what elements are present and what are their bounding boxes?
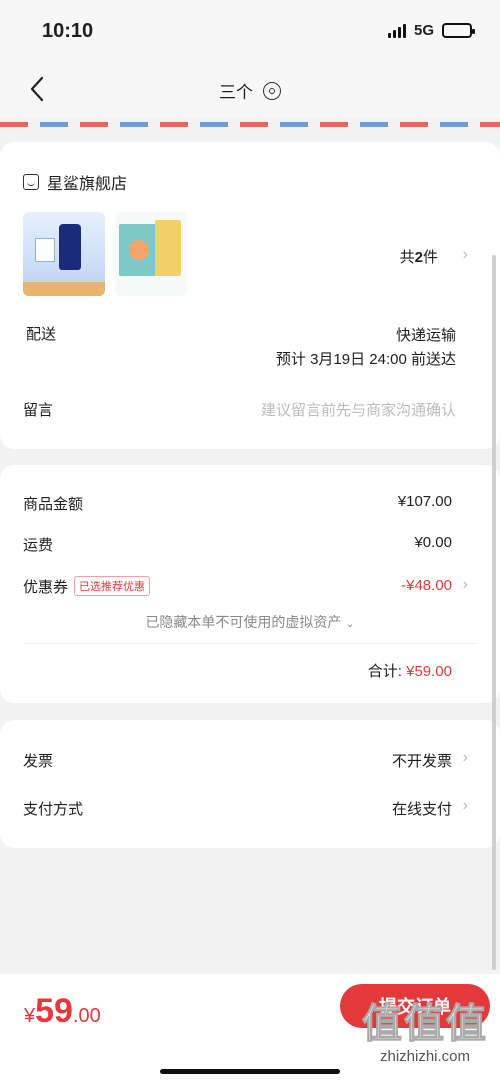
- hidden-assets-note: 已隐藏本单不可使用的虚拟资产: [145, 614, 342, 630]
- coupon-label: 优惠券: [23, 579, 69, 596]
- message-label: 留言: [23, 402, 54, 419]
- page-title: 三个: [219, 83, 253, 102]
- item-count[interactable]: 共2件: [400, 246, 438, 267]
- shipping-label: 运费: [23, 537, 54, 554]
- watermark-site: zhizhizhi.com: [376, 1048, 474, 1065]
- item-count-suffix: 件: [422, 249, 438, 266]
- pay-integer: 59: [35, 992, 73, 1030]
- pay-decimal: .00: [72, 1005, 101, 1027]
- payment-method-label: 支付方式: [23, 801, 84, 818]
- coupon-label-group[interactable]: 优惠券 已选推荐优惠: [23, 576, 151, 597]
- status-bar: 10:10 5G: [0, 0, 500, 60]
- goods-amount-value: ¥107.00: [397, 493, 452, 510]
- item-count-number: 2: [414, 249, 423, 266]
- store-header[interactable]: 星鲨旗舰店: [23, 170, 127, 194]
- nav-title-area: 三个: [0, 78, 500, 103]
- invoice-label: 发票: [23, 753, 54, 770]
- chevron-right-icon: ›: [462, 749, 468, 766]
- pay-currency: ¥: [24, 1005, 36, 1027]
- coupon-badge: 已选推荐优惠: [74, 576, 151, 596]
- home-indicator[interactable]: [160, 1069, 340, 1074]
- product-image-2[interactable]: [115, 212, 187, 296]
- total-label: 合计:: [367, 663, 402, 680]
- order-total: 合计: ¥59.00: [368, 660, 452, 681]
- chevron-right-icon: ›: [462, 797, 468, 814]
- delivery-method: 快递运输: [395, 327, 456, 344]
- total-value: ¥59.00: [406, 663, 452, 680]
- watermark-logo: 值值值: [362, 1002, 488, 1047]
- goods-amount-label: 商品金额: [23, 496, 84, 513]
- battery-icon: [442, 23, 475, 38]
- store-name: 星鲨旗舰店: [47, 176, 128, 193]
- hidden-assets-toggle[interactable]: 已隐藏本单不可使用的虚拟资产 ⌄: [0, 612, 500, 632]
- status-time: 10:10: [42, 20, 94, 42]
- nav-bar: 三个: [0, 60, 500, 118]
- divider: [23, 643, 477, 644]
- invoice-payment-card: 发票 不开发票 › 支付方式 在线支付 ›: [0, 720, 500, 848]
- airmail-border: [0, 122, 500, 127]
- order-card: 星鲨旗舰店 共2件 › 配送 快递运输 预计 3月19日 24:00 前送达 留…: [0, 142, 500, 449]
- delivery-label: 配送: [26, 326, 57, 343]
- shipping-value: ¥0.00: [414, 534, 452, 551]
- coupon-value[interactable]: -¥48.00: [401, 577, 452, 594]
- payment-method-value: 在线支付: [391, 801, 452, 818]
- store-icon: [23, 174, 39, 190]
- status-indicators: 5G: [387, 22, 475, 39]
- chevron-right-icon: ›: [462, 576, 468, 593]
- chevron-right-icon: ›: [462, 246, 468, 263]
- item-count-prefix: 共: [399, 249, 415, 266]
- price-summary-card: 商品金额 ¥107.00 运费 ¥0.00 优惠券 已选推荐优惠 -¥48.00 …: [0, 465, 500, 703]
- product-thumbnails[interactable]: [23, 212, 187, 296]
- location-icon[interactable]: [263, 81, 281, 100]
- scrollbar[interactable]: [492, 255, 496, 970]
- invoice-value: 不开发票: [391, 753, 452, 770]
- chevron-down-icon: ⌄: [345, 618, 355, 630]
- pay-amount: ¥ 59 .00: [24, 992, 101, 1031]
- message-input[interactable]: 建议留言前先与商家沟通确认: [261, 399, 456, 420]
- signal-icon: [387, 23, 406, 38]
- network-type: 5G: [413, 22, 434, 39]
- product-image-1[interactable]: [23, 212, 105, 296]
- watermark: 值值值 zhizhizhi.com: [355, 1000, 495, 1080]
- delivery-eta: 预计 3月19日 24:00 前送达: [275, 351, 456, 368]
